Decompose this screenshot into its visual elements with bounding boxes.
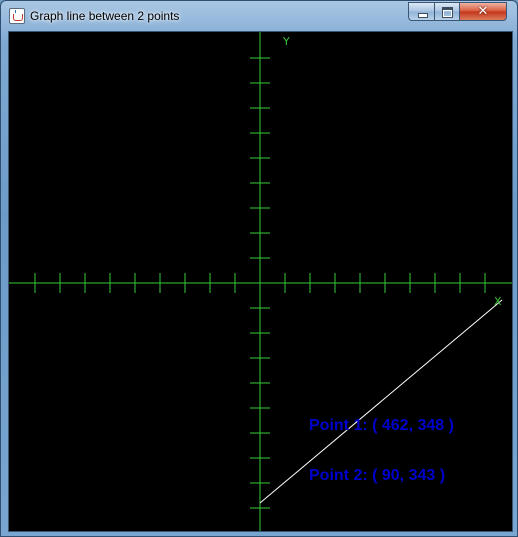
maximize-icon <box>442 7 453 18</box>
minimize-icon <box>418 13 428 18</box>
y-axis-label: Y <box>283 35 290 48</box>
java-icon[interactable] <box>9 8 25 24</box>
point1-label: Point 1: ( 462, 348 ) <box>309 417 454 434</box>
title-bar[interactable]: Graph line between 2 points ✕ <box>1 1 517 31</box>
maximize-button[interactable] <box>434 2 460 21</box>
close-icon: ✕ <box>477 4 489 19</box>
graph-drawing <box>9 32 512 531</box>
point2-label: Point 2: ( 90, 343 ) <box>309 467 446 484</box>
minimize-button[interactable] <box>408 2 435 21</box>
app-window: Graph line between 2 points ✕ Y X Point … <box>0 0 518 537</box>
close-button[interactable]: ✕ <box>459 2 507 21</box>
x-axis-label: X <box>494 295 502 308</box>
window-title: Graph line between 2 points <box>30 9 180 23</box>
graph-canvas: Y X Point 1: ( 462, 348 ) Point 2: ( 90,… <box>8 31 513 532</box>
